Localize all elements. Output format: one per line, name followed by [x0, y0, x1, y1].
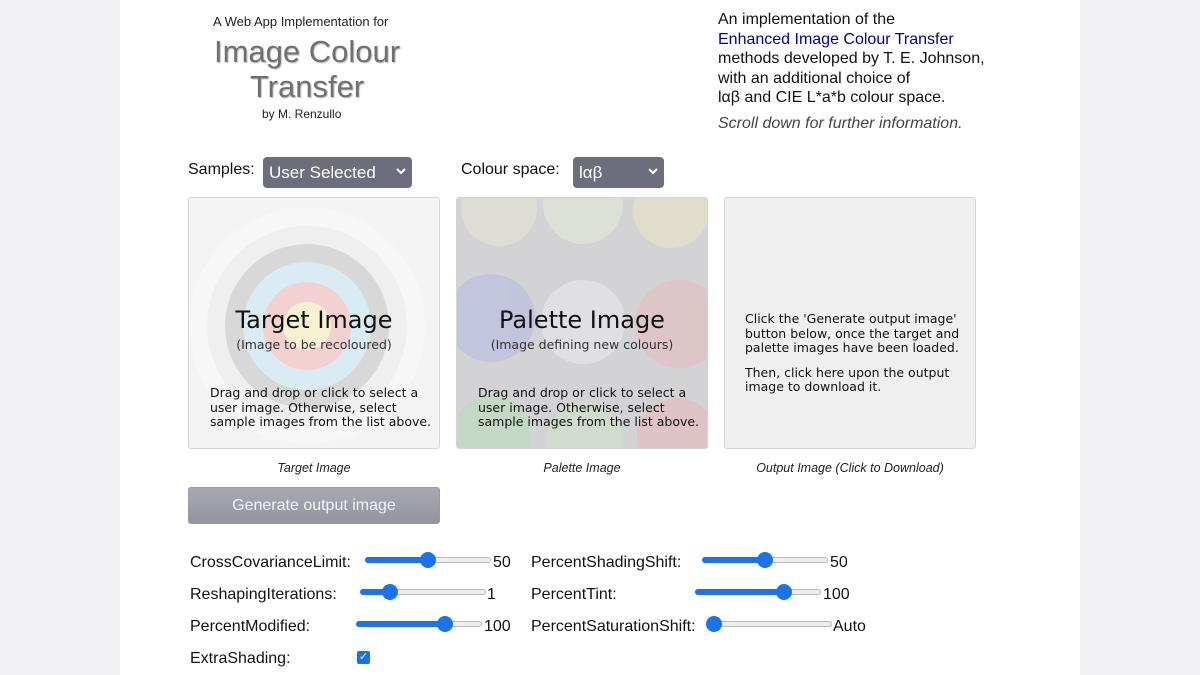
output-image-area[interactable]: Click the 'Generate output image' button… [724, 197, 976, 449]
help-line: user image. Otherwise, select [478, 399, 665, 415]
palette-panel-subtitle: (Image defining new colours) [490, 337, 674, 352]
cross-covariance-limit-slider[interactable] [365, 552, 491, 568]
percent-shading-shift-slider[interactable] [702, 552, 828, 568]
samples-select-value: User Selected [269, 163, 376, 182]
help-line: sample images from the list above. [210, 414, 432, 430]
target-panel-title: Target Image [235, 306, 393, 334]
param-label-percent-modified: PercentModified: [190, 618, 311, 635]
slider-fill [695, 589, 785, 595]
colour-space-select-value: lαβ [579, 163, 603, 182]
help-line: button below, once the target and [745, 325, 960, 341]
cross-covariance-limit-value: 50 [493, 554, 511, 571]
description-line: with an additional choice of [718, 69, 911, 87]
help-line: Click the 'Generate output image' [745, 311, 957, 326]
percent-tint-value: 100 [823, 586, 850, 603]
percent-tint-slider[interactable] [695, 584, 821, 600]
slider-thumb[interactable] [382, 584, 398, 600]
chevron-down-icon [648, 157, 658, 188]
description-line: An implementation of the [718, 11, 895, 28]
generate-output-button[interactable]: Generate output image [188, 487, 440, 524]
help-line: image to download it. [745, 379, 882, 395]
description-line: lαβ and CIE L*a*b colour space. [718, 89, 946, 106]
colour-space-label: Colour space: [461, 161, 560, 178]
percent-shading-shift-value: 50 [830, 554, 848, 571]
app-title-line1: Image Colour [213, 34, 401, 69]
output-panel-instructions: Click the 'Generate output image' button… [745, 311, 960, 395]
description: An implementation of the Enhanced Image … [718, 10, 1018, 108]
samples-select[interactable]: User Selected [263, 157, 412, 188]
reshaping-iterations-slider[interactable] [360, 584, 486, 600]
app-title: Image Colour Transfer [160, 34, 454, 104]
app-subtitle: A Web App Implementation for [213, 14, 389, 29]
extra-shading-checkbox[interactable]: ✓ [357, 651, 370, 664]
help-line: user image. Otherwise, select [210, 399, 397, 415]
slider-thumb[interactable] [776, 584, 793, 600]
palette-panel-title: Palette Image [499, 306, 665, 334]
slider-fill [702, 557, 765, 563]
output-image-caption: Output Image (Click to Download) [756, 461, 944, 475]
palette-image-dropzone[interactable]: Palette Image (Image defining new colour… [456, 197, 708, 449]
target-panel-help: Drag and drop or click to select a user … [210, 385, 432, 430]
slider-fill [365, 557, 428, 563]
author-byline: by M. Renzullo [262, 107, 342, 121]
help-line: palette images have been loaded. [745, 340, 959, 356]
app-title-line2: Transfer [249, 69, 365, 104]
help-line: sample images from the list above. [478, 414, 700, 430]
checkmark-icon: ✓ [358, 651, 369, 663]
param-label-extra-shading: ExtraShading: [190, 650, 291, 667]
palette-image-caption: Palette Image [543, 461, 621, 475]
target-image-caption: Target Image [277, 461, 351, 475]
param-label-reshaping-iterations: ReshapingIterations: [190, 586, 337, 603]
help-line: Then, click here upon the output [745, 364, 950, 380]
slider-thumb[interactable] [757, 552, 773, 568]
description-line: methods developed by T. E. Johnson, [718, 50, 985, 67]
percent-modified-value: 100 [484, 618, 511, 635]
palette-panel-help: Drag and drop or click to select a user … [478, 385, 700, 430]
slider-thumb[interactable] [420, 552, 436, 568]
colour-space-select[interactable]: lαβ [573, 157, 664, 188]
samples-label: Samples: [188, 161, 255, 178]
target-panel-subtitle: (Image to be recoloured) [236, 337, 392, 352]
slider-track [706, 621, 832, 627]
percent-modified-slider[interactable] [356, 616, 482, 632]
slider-thumb[interactable] [706, 616, 722, 632]
percent-saturation-shift-value: Auto [833, 618, 866, 635]
param-label-percent-tint: PercentTint: [531, 586, 617, 603]
page: A Web App Implementation for Image Colou… [120, 0, 1080, 675]
reshaping-iterations-value: 1 [487, 586, 496, 603]
help-line: Drag and drop or click to select a [210, 385, 419, 400]
percent-saturation-shift-slider[interactable] [706, 616, 832, 632]
johnson-paper-link[interactable]: Enhanced Image Colour Transfer [718, 30, 1018, 50]
help-line: Drag and drop or click to select a [478, 385, 687, 400]
scroll-note: Scroll down for further information. [718, 115, 963, 132]
target-image-dropzone[interactable]: Target Image (Image to be recoloured) Dr… [188, 197, 440, 449]
slider-fill [356, 621, 446, 627]
chevron-down-icon [396, 157, 406, 188]
param-label-cross-covariance-limit: CrossCovarianceLimit: [190, 554, 351, 571]
param-label-percent-saturation-shift: PercentSaturationShift: [531, 618, 696, 635]
param-label-percent-shading-shift: PercentShadingShift: [531, 554, 682, 571]
slider-thumb[interactable] [437, 616, 454, 632]
